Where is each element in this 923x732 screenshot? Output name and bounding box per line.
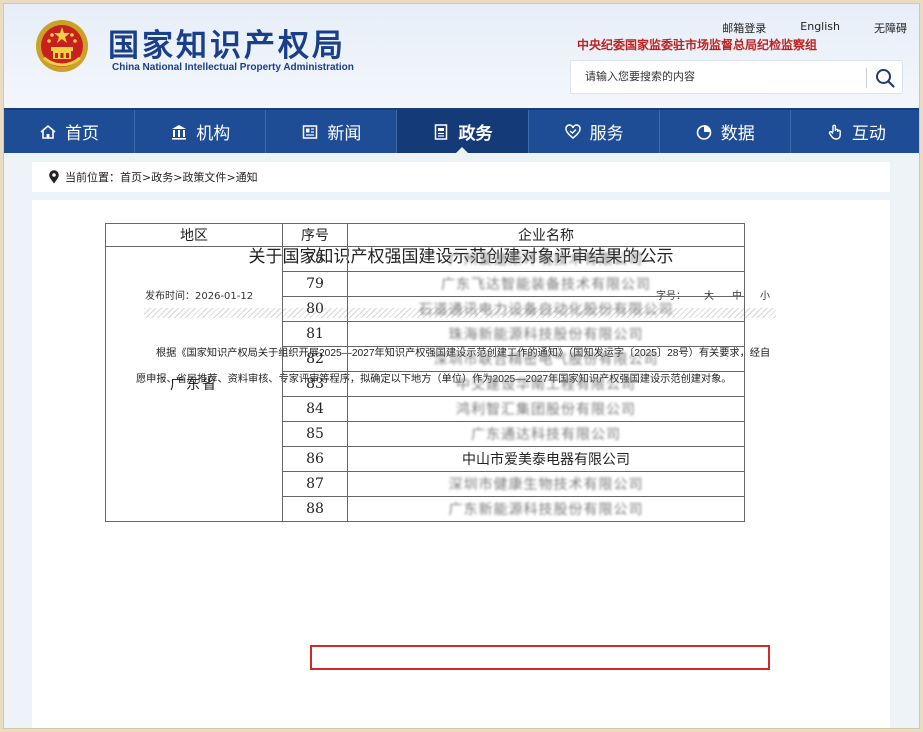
top-links: 邮箱登录 English 无障碍 — [722, 20, 907, 36]
seq-cell: 87 — [282, 471, 348, 497]
nav-item-data[interactable]: 数据 — [660, 110, 791, 153]
document-icon — [435, 123, 448, 140]
chart-icon — [696, 124, 712, 140]
company-cell-blurred: 中交建设华南工程有限公司 — [347, 371, 745, 397]
site-header: 国家知识产权局 China National Intellectual Prop… — [4, 4, 919, 108]
breadcrumb: 当前位置： 首页 > 政务 > 政策文件 > 通知 — [32, 162, 890, 192]
search-icon[interactable] — [874, 67, 896, 89]
location-pin-icon — [49, 170, 59, 184]
seq-cell: 84 — [282, 396, 348, 422]
search-divider — [866, 68, 867, 88]
nav-label-government-affairs: 政务 — [458, 124, 493, 144]
breadcrumb-policy-documents[interactable]: 政策文件 — [182, 169, 226, 185]
seq-cell: 86 — [282, 446, 348, 472]
news-icon — [303, 124, 318, 139]
region-cell: 广东省 — [105, 246, 283, 522]
nav-label-institution: 机构 — [196, 124, 231, 144]
nav-item-news[interactable]: 新闻 — [266, 110, 398, 153]
accessibility-link[interactable]: 无障碍 — [874, 20, 907, 36]
nav-label-data: 数据 — [720, 124, 755, 144]
search-box — [570, 60, 903, 94]
site-subtitle: China National Intellectual Property Adm… — [112, 62, 354, 73]
header-company: 企业名称 — [347, 223, 745, 247]
breadcrumb-separator: > — [142, 170, 152, 184]
home-icon — [40, 124, 56, 139]
company-cell-blurred: 石道通讯电力设备自动化股份有限公司 — [347, 296, 745, 322]
mailbox-login-link[interactable]: 邮箱登录 — [722, 20, 766, 36]
hand-icon — [828, 124, 841, 140]
nav-label-news: 新闻 — [327, 124, 362, 144]
company-cell-blurred: 广州爱迪斯环境技术有限公司 — [347, 246, 745, 272]
breadcrumb-separator: > — [226, 170, 236, 184]
nav-label-home: 首页 — [65, 124, 100, 144]
company-cell-blurred: 广东新能源科技股份有限公司 — [347, 496, 745, 522]
english-link[interactable]: English — [800, 20, 840, 36]
nav-item-interaction[interactable]: 互动 — [791, 110, 919, 153]
company-cell-highlighted: 中山市爱美泰电器有限公司 — [347, 446, 745, 472]
main-nav: 首页 机构 新闻 政务 服务 数据 互动 — [4, 108, 919, 154]
header-seq: 序号 — [282, 223, 348, 247]
header-region: 地区 — [105, 223, 283, 247]
company-cell-blurred: 广东飞达智能装备技术有限公司 — [347, 271, 745, 297]
company-cell-blurred: 珠海新能源科技股份有限公司 — [347, 321, 745, 347]
table-row: 广东省 78 广州爱迪斯环境技术有限公司 — [105, 246, 745, 522]
breadcrumb-home[interactable]: 首页 — [120, 169, 142, 185]
breadcrumb-government-affairs[interactable]: 政务 — [151, 169, 173, 185]
service-icon — [564, 123, 581, 139]
nav-item-service[interactable]: 服务 — [529, 110, 660, 153]
breadcrumb-separator: > — [173, 170, 183, 184]
seq-cell: 88 — [282, 496, 348, 522]
seq-cell: 85 — [282, 421, 348, 447]
site-title[interactable]: 国家知识产权局 — [108, 20, 346, 65]
seq-cell: 80 — [282, 296, 348, 322]
nav-item-institution[interactable]: 机构 — [135, 110, 267, 153]
company-cell-blurred: 深圳市健康生物技术有限公司 — [347, 471, 745, 497]
nav-label-service: 服务 — [589, 124, 624, 144]
seq-cell: 81 — [282, 321, 348, 347]
font-size-small-button[interactable]: 小 — [760, 287, 770, 302]
ministry-link[interactable]: 中央纪委国家监委驻市场监督总局纪检监察组 — [577, 36, 817, 53]
results-table: 地区 序号 企业名称 广东省 78 广州爱迪斯环境技术有限公司 79 广东飞达智… — [105, 223, 745, 522]
institution-icon — [172, 124, 187, 140]
search-input[interactable] — [571, 61, 861, 93]
company-cell-blurred: 鸿利智汇集团股份有限公司 — [347, 396, 745, 422]
breadcrumb-prefix: 当前位置： — [65, 171, 120, 184]
nav-label-interaction: 互动 — [851, 124, 886, 144]
company-cell-blurred: 广东通达科技有限公司 — [347, 421, 745, 447]
seq-cell: 78 — [282, 246, 348, 272]
national-emblem-icon — [36, 20, 88, 72]
breadcrumb-notices[interactable]: 通知 — [236, 169, 258, 185]
nav-item-government-affairs[interactable]: 政务 — [397, 110, 529, 154]
table-header-row: 地区 序号 企业名称 — [105, 223, 745, 247]
nav-item-home[interactable]: 首页 — [4, 110, 136, 153]
seq-cell: 79 — [282, 271, 348, 297]
company-cell-blurred: 深圳市联合精密电气股份有限公司 — [347, 346, 745, 372]
seq-cell: 83 — [282, 371, 348, 397]
page-frame: 国家知识产权局 China National Intellectual Prop… — [3, 3, 920, 729]
seq-cell: 82 — [282, 346, 348, 372]
